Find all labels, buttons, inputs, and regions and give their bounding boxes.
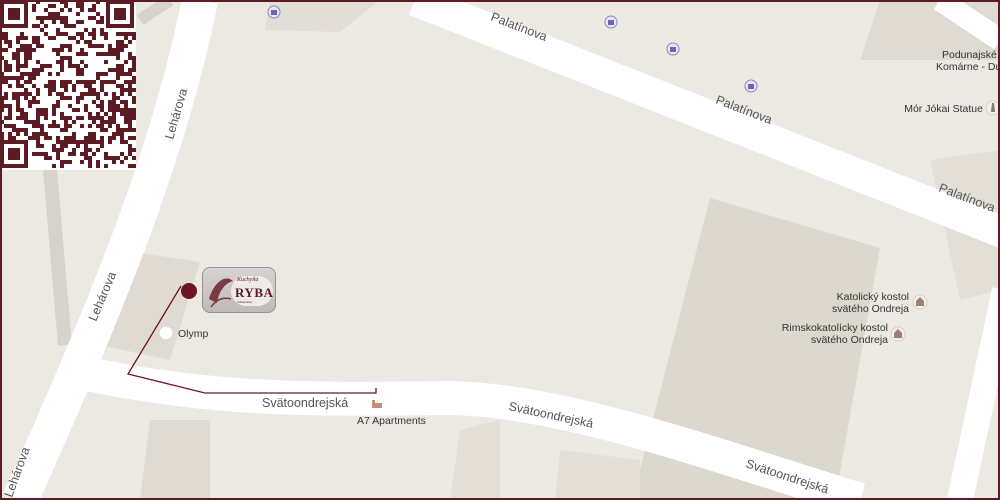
poi-marker-olymp[interactable] (158, 325, 174, 341)
logo-name: RYBA (235, 285, 274, 300)
qr-code (0, 0, 136, 170)
building-block (140, 420, 210, 500)
poi-label-olymp[interactable]: Olymp (178, 328, 208, 340)
logo-caption: reštaurácia (237, 300, 252, 304)
church-icon[interactable] (890, 326, 906, 342)
church-icon[interactable] (912, 294, 928, 310)
poi-label-rimskokatolicky-kostol[interactable]: svätého Ondreja (811, 334, 888, 346)
poi-label-podunajske[interactable]: Podunajské I (942, 49, 1000, 61)
location-marker[interactable] (181, 283, 197, 299)
poi-label-podunajske[interactable]: Komárne - Du (936, 61, 1000, 73)
shopping-bag-icon[interactable] (666, 42, 680, 56)
shopping-bag-icon[interactable] (604, 15, 618, 29)
street-label-svatoondrejska: Svätoondrejská (262, 396, 348, 410)
restaurant-logo[interactable]: Kuchyňa RYBA reštaurácia (202, 267, 276, 313)
shopping-bag-icon[interactable] (744, 79, 758, 93)
map-canvas[interactable]: Palatínova Palatínova Palatínova Lehárov… (0, 0, 1000, 500)
monument-icon[interactable] (985, 100, 1000, 116)
poi-label-a7-apartments[interactable]: A7 Apartments (357, 415, 426, 427)
poi-label-mor-jokai-statue[interactable]: Mór Jókai Statue (904, 103, 983, 115)
shopping-bag-icon[interactable] (267, 5, 281, 19)
poi-label-katolicky-kostol[interactable]: Katolický kostol (837, 291, 909, 303)
logo-prefix: Kuchyňa (237, 277, 259, 283)
poi-label-katolicky-kostol[interactable]: svätého Ondreja (832, 303, 909, 315)
poi-label-rimskokatolicky-kostol[interactable]: Rimskokatolícky kostol (782, 322, 888, 334)
